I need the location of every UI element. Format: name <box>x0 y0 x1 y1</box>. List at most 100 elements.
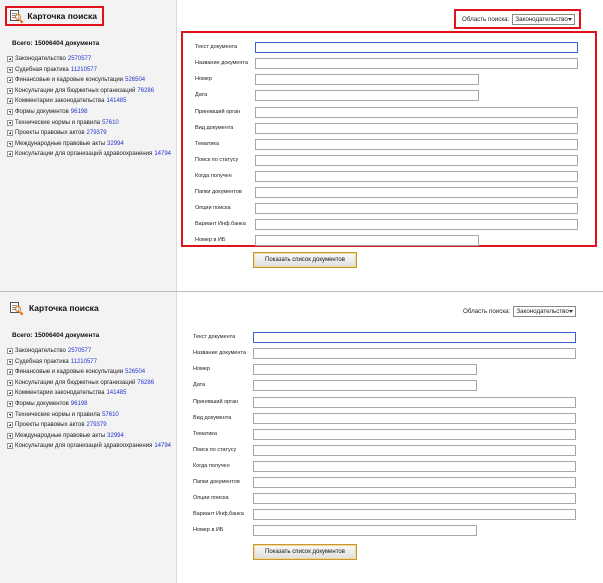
tree-item-count[interactable]: 141485 <box>106 390 126 396</box>
tree-item-count[interactable]: 57610 <box>102 120 119 126</box>
plus-box-icon[interactable] <box>7 98 13 105</box>
field-input[interactable] <box>255 138 578 150</box>
plus-box-icon[interactable] <box>7 443 13 450</box>
chevron-down-icon[interactable] <box>569 309 574 313</box>
tree-item[interactable]: Технические нормы и правила 57610 <box>7 411 175 422</box>
tree-item[interactable]: Консультации для бюджетных организаций 76… <box>7 379 175 390</box>
search-area-select[interactable]: Законодательство <box>512 13 576 25</box>
field-input[interactable] <box>255 106 578 118</box>
field-input[interactable] <box>253 476 576 488</box>
show-documents-button[interactable]: Показать список документов <box>253 252 357 268</box>
plus-box-icon[interactable] <box>7 432 13 439</box>
field-input[interactable] <box>253 412 576 424</box>
tree-item[interactable]: Законодательство 2570577 <box>7 55 175 66</box>
plus-box-icon[interactable] <box>7 56 13 62</box>
plus-box-icon[interactable] <box>7 140 13 147</box>
tree-item-label[interactable]: Судебная практика <box>15 67 69 73</box>
tree-item-label[interactable]: Комментарии законодательства <box>15 98 104 104</box>
field-input[interactable] <box>255 202 578 214</box>
chevron-down-icon[interactable] <box>568 17 573 21</box>
tree-item-label[interactable]: Формы документов <box>15 401 69 407</box>
plus-box-icon[interactable] <box>7 411 13 418</box>
tree-item-label[interactable]: Законодательство <box>15 56 66 62</box>
tree-item-label[interactable]: Финансовые и кадровые консультации <box>15 77 123 83</box>
tree-item-count[interactable]: 14794 <box>154 151 171 157</box>
field-input[interactable] <box>255 154 578 166</box>
plus-box-icon[interactable] <box>7 66 13 73</box>
tree-item-count[interactable]: 526504 <box>125 369 145 375</box>
field-input[interactable] <box>255 170 578 182</box>
plus-box-icon[interactable] <box>7 390 13 397</box>
tree-item-count[interactable]: 32994 <box>107 141 124 147</box>
plus-box-icon[interactable] <box>7 422 13 429</box>
tree-item-count[interactable]: 11210577 <box>71 359 97 365</box>
tree-item-label[interactable]: Законодательство <box>15 348 66 354</box>
tree-item-label[interactable]: Проекты правовых актов <box>15 130 85 136</box>
tree-item-count[interactable]: 526504 <box>125 77 145 83</box>
tree-item[interactable]: Международные правовые акты 32994 <box>7 140 175 151</box>
field-input[interactable] <box>253 508 576 520</box>
field-input[interactable] <box>255 41 578 53</box>
tree-item[interactable]: Формы документов 96198 <box>7 108 175 119</box>
tree-item[interactable]: Технические нормы и правила 57610 <box>7 119 175 130</box>
tree-item-label[interactable]: Консультации для организаций здравоохран… <box>15 151 152 157</box>
tree-item[interactable]: Комментарии законодательства 141485 <box>7 389 175 400</box>
tree-item-label[interactable]: Международные правовые акты <box>15 433 105 439</box>
plus-box-icon[interactable] <box>7 130 13 137</box>
field-input[interactable] <box>253 444 576 456</box>
tree-item-label[interactable]: Консультации для организаций здравоохран… <box>15 443 152 449</box>
tree-item-count[interactable]: 11210577 <box>71 67 97 73</box>
tree-item-label[interactable]: Финансовые и кадровые консультации <box>15 369 123 375</box>
field-input[interactable] <box>253 347 576 359</box>
plus-box-icon[interactable] <box>7 77 13 84</box>
tree-item-label[interactable]: Комментарии законодательства <box>15 390 104 396</box>
tree-item[interactable]: Международные правовые акты 32994 <box>7 432 175 443</box>
tree-item-label[interactable]: Консультации для бюджетных организаций <box>15 88 135 94</box>
tree-item-count[interactable]: 76286 <box>137 88 154 94</box>
tree-item-label[interactable]: Технические нормы и правила <box>15 120 100 126</box>
tree-item-count[interactable]: 2570577 <box>68 56 91 62</box>
tree-item-count[interactable]: 279379 <box>87 422 107 428</box>
tree-item-label[interactable]: Международные правовые акты <box>15 141 105 147</box>
field-input[interactable] <box>253 460 576 472</box>
field-input[interactable] <box>255 57 578 69</box>
tree-item-label[interactable]: Судебная практика <box>15 359 69 365</box>
plus-box-icon[interactable] <box>7 108 13 115</box>
search-area-select[interactable]: Законодательство <box>513 305 577 317</box>
field-input[interactable] <box>253 331 576 343</box>
field-input[interactable] <box>253 379 477 391</box>
plus-box-icon[interactable] <box>7 369 13 376</box>
tree-item[interactable]: Консультации для организаций здравоохран… <box>7 150 175 170</box>
tree-item[interactable]: Судебная практика 11210577 <box>7 358 175 369</box>
search-card-header[interactable]: Карточка поиска <box>7 300 104 316</box>
tree-item-label[interactable]: Консультации для бюджетных организаций <box>15 380 135 386</box>
field-input[interactable] <box>253 492 576 504</box>
plus-box-icon[interactable] <box>7 119 13 126</box>
field-input[interactable] <box>255 234 479 246</box>
tree-item-count[interactable]: 96198 <box>71 109 88 115</box>
plus-box-icon[interactable] <box>7 87 13 94</box>
field-input[interactable] <box>255 218 578 230</box>
tree-item-count[interactable]: 14794 <box>154 443 171 449</box>
tree-item[interactable]: Судебная практика 11210577 <box>7 66 175 77</box>
tree-item-label[interactable]: Формы документов <box>15 109 69 115</box>
plus-box-icon[interactable] <box>7 379 13 386</box>
field-input[interactable] <box>253 428 576 440</box>
tree-item-count[interactable]: 32994 <box>107 433 124 439</box>
search-card-header[interactable]: Карточка поиска <box>5 6 104 26</box>
tree-item-count[interactable]: 141485 <box>106 98 126 104</box>
tree-item[interactable]: Консультации для организаций здравоохран… <box>7 442 175 462</box>
tree-item[interactable]: Финансовые и кадровые консультации 526504 <box>7 368 175 379</box>
tree-item-label[interactable]: Проекты правовых актов <box>15 422 85 428</box>
field-input[interactable] <box>255 73 479 85</box>
tree-item[interactable]: Консультации для бюджетных организаций 76… <box>7 87 175 98</box>
field-input[interactable] <box>253 524 477 536</box>
field-input[interactable] <box>253 396 576 408</box>
tree-item[interactable]: Проекты правовых актов 279379 <box>7 129 175 140</box>
tree-item-count[interactable]: 57610 <box>102 412 119 418</box>
plus-box-icon[interactable] <box>7 151 13 158</box>
tree-item-count[interactable]: 279379 <box>87 130 107 136</box>
tree-item[interactable]: Финансовые и кадровые консультации 526504 <box>7 76 175 87</box>
tree-item-count[interactable]: 96198 <box>71 401 88 407</box>
field-input[interactable] <box>255 186 578 198</box>
